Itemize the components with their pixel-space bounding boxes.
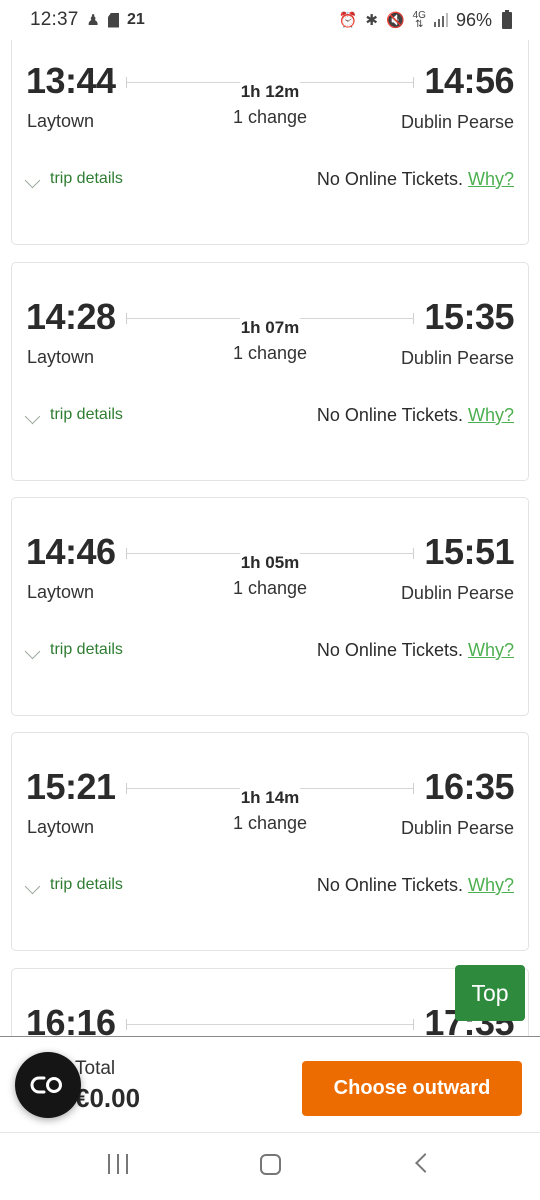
journey-card[interactable]: 14:28 1h 07m 15:35 Laytown 1 change Dubl… (11, 262, 529, 481)
signal-icon (433, 13, 448, 27)
ticket-note: No Online Tickets. Why? (317, 405, 514, 426)
bluetooth-icon: ✱ (365, 12, 378, 29)
link-toggle-icon (30, 1076, 62, 1094)
journey-card[interactable]: 14:46 1h 05m 15:51 Laytown 1 change Dubl… (11, 497, 529, 716)
trip-details-label: trip details (50, 641, 123, 658)
arrival-time: 15:51 (424, 531, 514, 572)
why-link[interactable]: Why? (468, 169, 514, 189)
trip-details-label: trip details (50, 876, 123, 893)
status-time: 12:37 (30, 9, 79, 30)
why-link[interactable]: Why? (468, 640, 514, 660)
choose-outward-button[interactable]: Choose outward (302, 1061, 522, 1116)
ticket-note-text: No Online Tickets. (316, 169, 463, 189)
ticket-note: No Online Tickets. Why? (317, 169, 514, 190)
journey-card[interactable]: 13:44 1h 12m 14:56 Laytown 1 change Dubl… (11, 26, 529, 245)
arrival-time: 14:56 (424, 60, 514, 101)
scroll-top-button[interactable]: Top (455, 965, 525, 1021)
why-link[interactable]: Why? (468, 875, 514, 895)
chevron-down-icon (24, 878, 41, 894)
arrival-time: 15:35 (424, 296, 514, 337)
arrival-station: Dublin Pearse (400, 818, 514, 838)
bottom-bar: Total €0.00 Choose outward (0, 1036, 540, 1133)
trip-details-toggle[interactable]: trip details (24, 876, 123, 894)
total-label: Total (75, 1058, 116, 1079)
recents-button[interactable] (108, 1154, 128, 1174)
floating-action-button[interactable] (15, 1052, 81, 1118)
battery-icon (502, 9, 512, 29)
ticket-note: No Online Tickets. Why? (317, 640, 514, 661)
total-value: €0.00 (75, 1083, 141, 1113)
arrival-station: Dublin Pearse (400, 348, 514, 368)
battery-percent: 96% (455, 9, 492, 30)
ticket-note: No Online Tickets. Why? (317, 875, 514, 896)
journey-card[interactable]: 15:21 1h 14m 16:35 Laytown 1 change Dubl… (11, 732, 529, 951)
why-link[interactable]: Why? (468, 405, 514, 425)
alarm-icon: ⏰ (338, 12, 358, 29)
journey-card[interactable]: 16:16 17:35 (11, 968, 529, 1036)
trip-details-label: trip details (50, 170, 123, 187)
back-button[interactable] (415, 1153, 435, 1173)
arrival-time: 16:35 (424, 766, 514, 807)
trip-details-toggle[interactable]: trip details (24, 406, 123, 424)
ticket-note-text: No Online Tickets. (316, 640, 463, 660)
person-icon: ♟ (86, 12, 100, 29)
chevron-down-icon (24, 172, 41, 188)
timeline-line (126, 1019, 414, 1030)
4g-icon: 4G ⇅ (412, 10, 426, 30)
arrival-station: Dublin Pearse (400, 112, 514, 132)
mute-icon: 🔇 (385, 12, 405, 29)
chevron-down-icon (24, 643, 41, 659)
trip-details-toggle[interactable]: trip details (24, 641, 123, 659)
chevron-down-icon (24, 408, 41, 424)
sdcard-icon (108, 12, 119, 28)
status-right: ⏰ ✱ 🔇 4G ⇅ 96% (338, 9, 512, 31)
trip-details-toggle[interactable]: trip details (24, 170, 123, 188)
ticket-note-text: No Online Tickets. (316, 405, 463, 425)
journey-list[interactable]: 13:44 1h 12m 14:56 Laytown 1 change Dubl… (0, 0, 540, 1036)
ticket-note-text: No Online Tickets. (316, 875, 463, 895)
status-bar: 12:37 ♟ 21 ⏰ ✱ 🔇 4G ⇅ 96% (0, 0, 540, 40)
system-nav-bar (0, 1134, 540, 1200)
trip-details-label: trip details (50, 406, 123, 423)
status-left: 12:37 ♟ 21 (30, 9, 145, 31)
home-button[interactable] (260, 1154, 281, 1175)
departure-time: 16:16 (26, 1002, 116, 1036)
arrival-station: Dublin Pearse (400, 583, 514, 603)
notification-count: 21 (127, 11, 145, 28)
